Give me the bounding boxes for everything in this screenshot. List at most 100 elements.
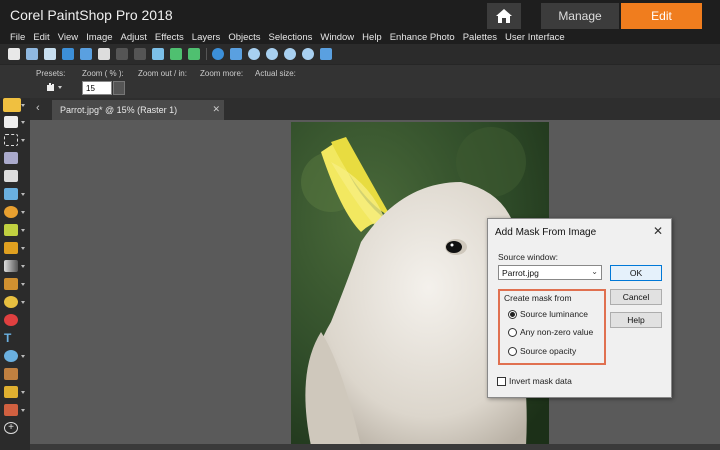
pan-tool-icon[interactable] (3, 98, 21, 112)
presets-dropdown[interactable] (44, 81, 64, 96)
menu-enhance-photo[interactable]: Enhance Photo (390, 32, 455, 43)
tab-edit[interactable]: Edit (621, 3, 702, 29)
lighten-darken-tool-flyout-icon[interactable] (21, 265, 25, 268)
open-icon[interactable] (44, 48, 56, 60)
scratch-remover-tool-flyout-icon[interactable] (21, 409, 25, 412)
pen-tool-icon[interactable] (4, 368, 18, 380)
invert-mask-label: Invert mask data (509, 376, 572, 386)
menu-effects[interactable]: Effects (155, 32, 184, 43)
cancel-button[interactable]: Cancel (610, 289, 662, 305)
help-button[interactable]: Help (610, 312, 662, 328)
add-tool-icon[interactable]: + (4, 422, 18, 434)
tab-manage[interactable]: Manage (541, 3, 619, 29)
title-bar: Corel PaintShop Pro 2018 Manage Edit (0, 0, 720, 30)
selection-tool-icon[interactable] (4, 134, 18, 146)
menu-help[interactable]: Help (362, 32, 382, 43)
standard-toolbar (0, 44, 720, 64)
chevron-left-icon[interactable]: ‹ (36, 102, 40, 114)
preset-shape-tool-icon[interactable] (4, 350, 18, 362)
flood-fill-tool-icon[interactable] (4, 296, 18, 308)
zoom-label: Zoom ( % ): (82, 69, 124, 78)
radio-source-luminance[interactable]: Source luminance (508, 309, 588, 319)
document-tab-label: Parrot.jpg* @ 15% (Raster 1) (60, 105, 178, 115)
crop-tool-icon[interactable] (4, 170, 18, 182)
zoom-actual-icon[interactable] (284, 48, 296, 60)
horizontal-scrollbar[interactable] (30, 444, 720, 450)
radio-source-opacity[interactable]: Source opacity (508, 346, 576, 356)
paint-brush-tool-flyout-icon[interactable] (21, 247, 25, 250)
radio-button[interactable] (508, 327, 517, 337)
pick-tool-flyout-icon[interactable] (21, 121, 25, 124)
menu-palettes[interactable]: Palettes (463, 32, 497, 43)
text-tool-icon[interactable]: T (4, 332, 18, 344)
close-icon[interactable]: ✕ (653, 224, 663, 238)
rotate-left-icon[interactable] (170, 48, 182, 60)
scratch-remover-tool-icon[interactable] (4, 404, 18, 416)
fit-window-icon[interactable] (230, 48, 242, 60)
create-mask-group-label: Create mask from (504, 293, 572, 303)
close-icon[interactable]: ✕ (212, 104, 220, 115)
menu-adjust[interactable]: Adjust (121, 32, 147, 43)
zoom-out-icon[interactable] (266, 48, 278, 60)
zoom-in-icon[interactable] (248, 48, 260, 60)
flood-fill-tool-flyout-icon[interactable] (21, 301, 25, 304)
toolbar-divider (206, 48, 207, 60)
radio-button[interactable] (508, 346, 517, 356)
menu-user-interface[interactable]: User Interface (505, 32, 565, 43)
source-window-select[interactable]: Parrot.jpg ⌄ (498, 265, 602, 280)
warp-brush-tool-icon[interactable] (4, 386, 18, 398)
new-from-template-icon[interactable] (26, 48, 38, 60)
dropper-tool-icon[interactable] (4, 152, 18, 164)
red-eye-tool-icon[interactable] (4, 206, 18, 218)
pan-tool-flyout-icon[interactable] (21, 104, 25, 107)
print-icon[interactable] (98, 48, 110, 60)
straighten-tool-icon[interactable] (4, 188, 18, 200)
presets-label: Presets: (36, 69, 66, 78)
selection-tool-flyout-icon[interactable] (21, 139, 25, 142)
smudge-tool-icon[interactable] (4, 278, 18, 290)
zoom-fit-icon[interactable] (302, 48, 314, 60)
document-tab-strip: ‹ Parrot.jpg* @ 15% (Raster 1) ✕ (30, 98, 720, 120)
zoom-spinner[interactable] (113, 81, 125, 95)
red-eye-tool-flyout-icon[interactable] (21, 211, 25, 214)
save-icon[interactable] (62, 48, 74, 60)
save-as-icon[interactable] (80, 48, 92, 60)
ok-button[interactable]: OK (610, 265, 662, 281)
new-file-icon[interactable] (8, 48, 20, 60)
menu-bar: File Edit View Image Adjust Effects Laye… (0, 30, 720, 44)
straighten-tool-flyout-icon[interactable] (21, 193, 25, 196)
color-replacer-tool-icon[interactable] (4, 314, 18, 326)
clone-tool-flyout-icon[interactable] (21, 229, 25, 232)
lighten-darken-tool-icon[interactable] (4, 260, 18, 272)
smudge-tool-flyout-icon[interactable] (21, 283, 25, 286)
invert-mask-checkbox[interactable] (497, 376, 506, 386)
warp-brush-tool-flyout-icon[interactable] (21, 391, 25, 394)
preset-shape-tool-flyout-icon[interactable] (21, 355, 25, 358)
clone-tool-icon[interactable] (4, 224, 18, 236)
menu-view[interactable]: View (58, 32, 78, 43)
menu-file[interactable]: File (10, 32, 25, 43)
redo-icon[interactable] (134, 48, 146, 60)
radio-label: Source luminance (520, 309, 589, 319)
menu-selections[interactable]: Selections (269, 32, 313, 43)
home-button[interactable] (487, 3, 521, 29)
screen-mode-icon[interactable] (320, 48, 332, 60)
zoom-more-label: Zoom more: (200, 69, 244, 78)
zoom-out-in-label: Zoom out / in: (138, 69, 187, 78)
menu-objects[interactable]: Objects (228, 32, 260, 43)
menu-window[interactable]: Window (320, 32, 354, 43)
menu-edit[interactable]: Edit (33, 32, 49, 43)
zoom-percent-input[interactable]: 15 (82, 81, 112, 95)
radio-button-selected[interactable] (508, 309, 517, 319)
invert-mask-checkbox-row[interactable]: Invert mask data (497, 376, 572, 386)
rotate-right-icon[interactable] (188, 48, 200, 60)
undo-icon[interactable] (116, 48, 128, 60)
radio-any-non-zero[interactable]: Any non-zero value (508, 327, 593, 337)
crop-icon[interactable] (152, 48, 164, 60)
tab-parrot-document[interactable]: Parrot.jpg* @ 15% (Raster 1) ✕ (52, 100, 224, 120)
pick-tool-icon[interactable] (4, 116, 18, 128)
menu-image[interactable]: Image (86, 32, 112, 43)
info-icon[interactable] (212, 48, 224, 60)
menu-layers[interactable]: Layers (192, 32, 221, 43)
paint-brush-tool-icon[interactable] (4, 242, 18, 254)
